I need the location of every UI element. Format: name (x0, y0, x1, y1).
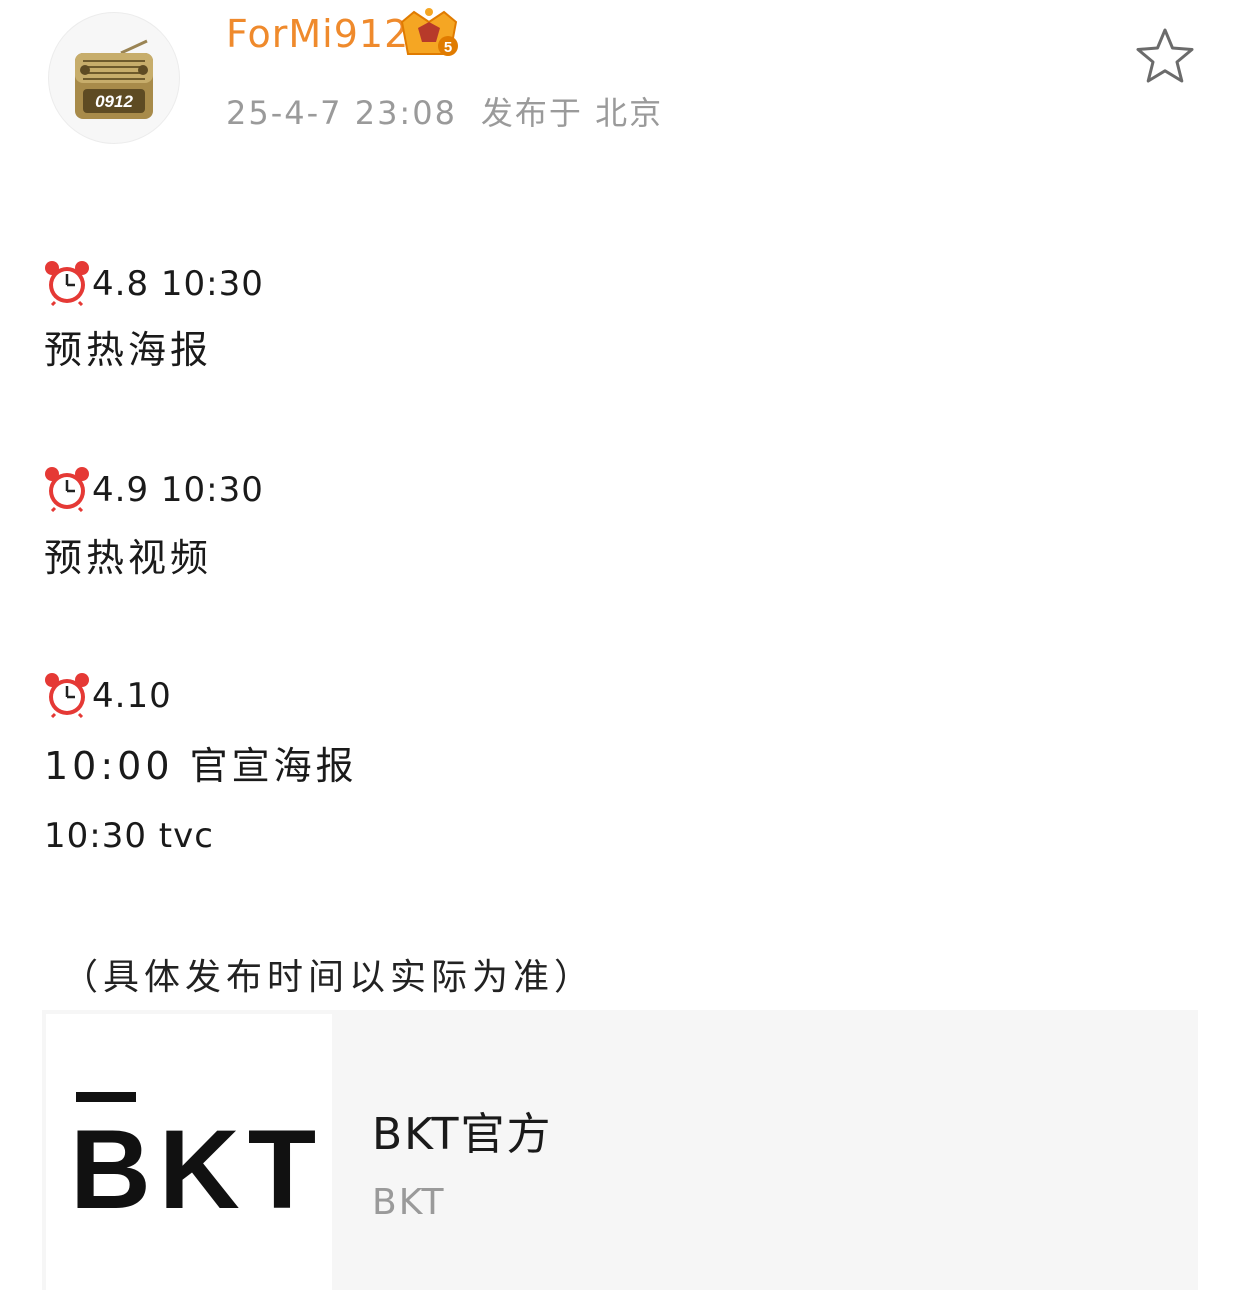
avatar-label: 0912 (95, 92, 133, 111)
card-logo-text: BKT (70, 1107, 320, 1218)
username[interactable]: ForMi912 (226, 12, 409, 56)
alarm-clock-icon (44, 261, 92, 307)
entry-datetime: 4.10 (92, 676, 172, 716)
radio-avatar-icon: 0912 (75, 39, 153, 119)
alarm-clock-icon (44, 673, 92, 719)
crown-level-badge-icon[interactable]: 5 (396, 6, 462, 66)
schedule-entry-3-line2: 10:30 tvc (44, 816, 214, 856)
schedule-entry-1-time: 4.8 10:30 (44, 261, 264, 307)
link-card[interactable]: BKT BKT官方 BKT (42, 1010, 1198, 1290)
card-thumbnail: BKT (46, 1014, 332, 1290)
schedule-entry-2-time: 4.9 10:30 (44, 467, 264, 513)
entry-datetime: 4.9 10:30 (92, 470, 264, 510)
schedule-entry-1-desc: 预热海报 (44, 328, 213, 372)
schedule-entry-3-time: 4.10 (44, 673, 172, 719)
alarm-clock-icon (44, 467, 92, 513)
entry-datetime: 4.8 10:30 (92, 264, 264, 304)
schedule-entry-3-line1: 10:00 官宣海报 (44, 744, 358, 788)
post-note: （具体发布时间以实际为准） (62, 957, 596, 998)
post-meta: 25-4-7 23:08 发布于 北京 (226, 88, 663, 134)
star-outline-icon[interactable] (1134, 26, 1196, 90)
badge-level: 5 (444, 39, 452, 56)
post-timestamp: 25-4-7 23:08 (226, 94, 457, 132)
card-title: BKT官方 (372, 1109, 553, 1160)
avatar[interactable]: 0912 (48, 12, 180, 144)
post-location: 发布于 北京 (480, 94, 664, 132)
schedule-entry-2-desc: 预热视频 (44, 536, 213, 580)
bkt-logo-icon: BKT (70, 1092, 320, 1218)
card-subtitle: BKT (372, 1182, 446, 1223)
